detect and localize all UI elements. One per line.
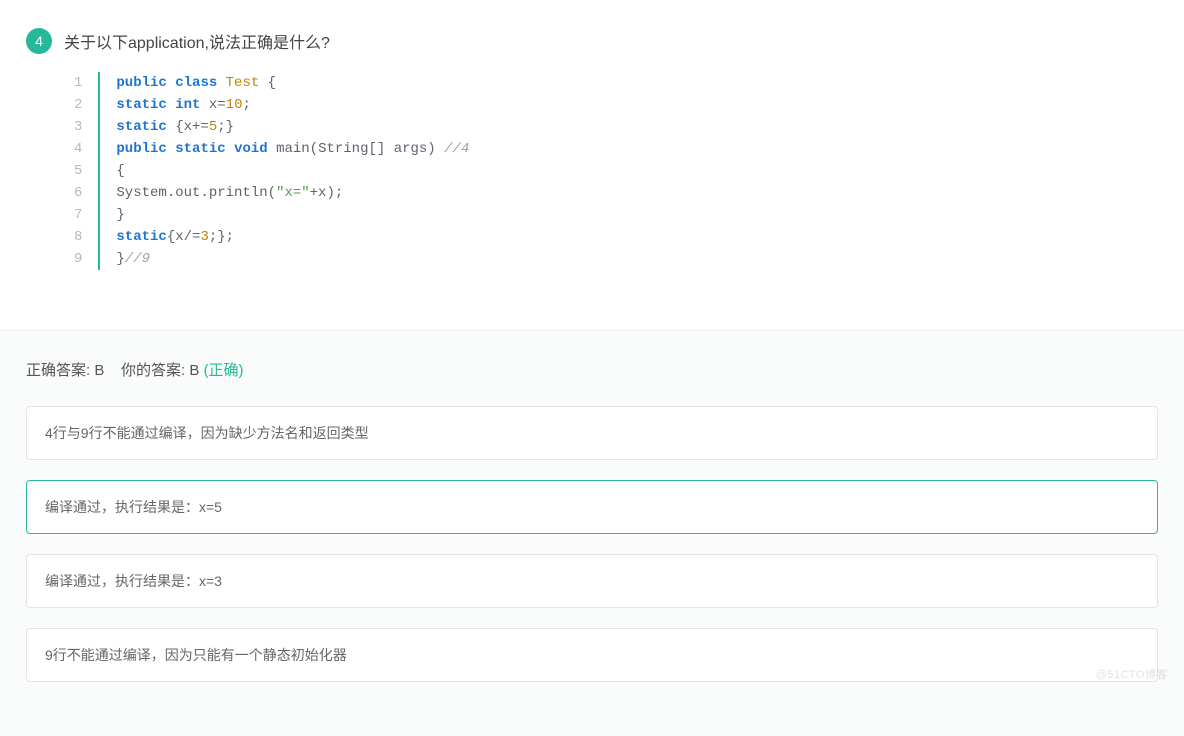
question-title: 关于以下application,说法正确是什么?: [64, 29, 330, 53]
line-number: 9: [74, 248, 82, 270]
line-number: 6: [74, 182, 82, 204]
code-line: public static void main(String[] args) /…: [116, 138, 469, 160]
question-number-badge: 4: [26, 28, 52, 54]
option-card[interactable]: 4行与9行不能通过编译，因为缺少方法名和返回类型: [26, 406, 1158, 460]
answer-status: (正确): [204, 362, 244, 379]
line-number: 2: [74, 94, 82, 116]
code-block: 123456789 public class Test { static int…: [74, 72, 1158, 270]
question-section: 4 关于以下application,说法正确是什么? 123456789 pub…: [0, 0, 1184, 330]
your-answer-value: B: [189, 362, 199, 379]
watermark: @51CTO博客: [1096, 666, 1168, 682]
code-line: static{x/=3;};: [116, 226, 469, 248]
question-header: 4 关于以下application,说法正确是什么?: [26, 28, 1158, 54]
option-card[interactable]: 编译通过，执行结果是：x=3: [26, 554, 1158, 608]
code-line: static {x+=5;}: [116, 116, 469, 138]
code-line: public class Test {: [116, 72, 469, 94]
answer-section: 正确答案: B 你的答案: B (正确) 4行与9行不能通过编译，因为缺少方法名…: [0, 330, 1184, 736]
correct-answer-label: 正确答案:: [26, 362, 94, 379]
line-number: 4: [74, 138, 82, 160]
correct-answer-value: B: [94, 362, 104, 379]
code-line: {: [116, 160, 469, 182]
code-lines: public class Test { static int x=10; sta…: [100, 72, 469, 270]
line-number: 1: [74, 72, 82, 94]
line-number: 8: [74, 226, 82, 248]
answer-summary: 正确答案: B 你的答案: B (正确): [26, 359, 1158, 380]
code-line: System.out.println("x="+x);: [116, 182, 469, 204]
line-number: 3: [74, 116, 82, 138]
code-line: }: [116, 204, 469, 226]
your-answer-label: 你的答案:: [121, 362, 189, 379]
option-card[interactable]: 编译通过，执行结果是：x=5: [26, 480, 1158, 534]
options-list: 4行与9行不能通过编译，因为缺少方法名和返回类型编译通过，执行结果是：x=5 编译…: [26, 406, 1158, 682]
line-number: 7: [74, 204, 82, 226]
code-line: }//9: [116, 248, 469, 270]
option-card[interactable]: 9行不能通过编译，因为只能有一个静态初始化器: [26, 628, 1158, 682]
line-number: 5: [74, 160, 82, 182]
code-line: static int x=10;: [116, 94, 469, 116]
code-gutter: 123456789: [74, 72, 100, 270]
